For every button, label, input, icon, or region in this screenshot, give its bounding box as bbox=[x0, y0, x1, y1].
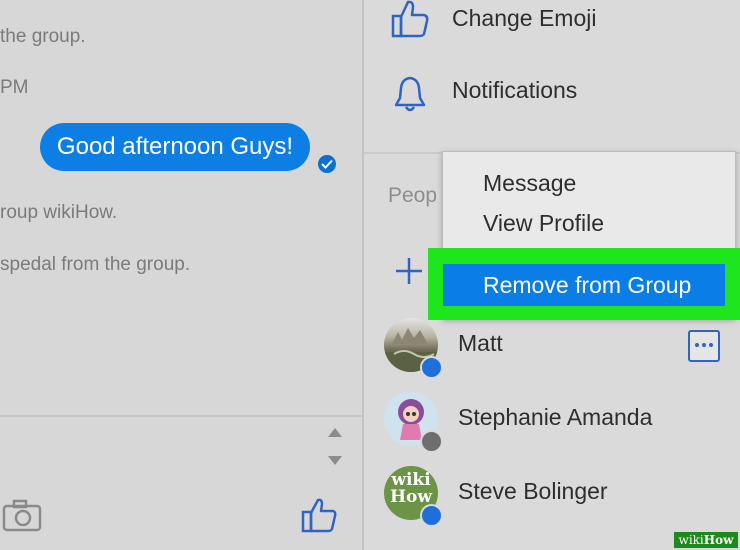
add-people-button[interactable] bbox=[394, 256, 424, 291]
like-button[interactable] bbox=[300, 496, 338, 539]
member-row-matt[interactable]: Matt bbox=[364, 318, 740, 384]
wikihow-watermark: wikiHow bbox=[674, 532, 738, 548]
messenger-icon bbox=[420, 356, 443, 379]
plus-icon bbox=[396, 258, 422, 284]
scroll-down-icon[interactable] bbox=[328, 456, 342, 465]
system-message: spedal from the group. bbox=[0, 254, 191, 275]
thumbs-up-icon bbox=[301, 498, 337, 533]
more-dot bbox=[695, 343, 699, 347]
more-dot bbox=[709, 343, 713, 347]
system-message: roup wikiHow. bbox=[0, 202, 118, 223]
thumbs-up-icon bbox=[390, 0, 430, 43]
seen-check-icon bbox=[318, 155, 336, 173]
bell-icon bbox=[390, 74, 430, 119]
more-dot bbox=[702, 343, 706, 347]
change-emoji-label: Change Emoji bbox=[452, 5, 597, 31]
system-message: the group. bbox=[0, 26, 86, 47]
chat-pane: the group. PM Good afternoon Guys! roup … bbox=[0, 0, 364, 550]
wikihow-logo: wiki How bbox=[389, 470, 433, 507]
timestamp: PM bbox=[0, 77, 29, 98]
member-row-stephanie[interactable]: Stephanie Amanda bbox=[364, 392, 740, 458]
member-name: Matt bbox=[458, 330, 503, 356]
remove-from-group-menu-item[interactable]: Remove from Group bbox=[443, 264, 725, 306]
composer-divider bbox=[0, 415, 362, 417]
messenger-icon bbox=[420, 504, 443, 527]
member-name: Steve Bolinger bbox=[458, 478, 608, 504]
view-profile-menu-item[interactable]: View Profile bbox=[483, 210, 604, 237]
change-emoji-option[interactable]: Change Emoji bbox=[364, 0, 740, 60]
camera-icon[interactable] bbox=[2, 498, 42, 537]
composer-scrollbar[interactable] bbox=[322, 420, 348, 478]
message-bubble[interactable]: Good afternoon Guys! bbox=[40, 123, 310, 171]
member-row-steve[interactable]: wiki How Steve Bolinger bbox=[364, 466, 740, 532]
facebook-icon bbox=[420, 430, 443, 453]
member-options-button[interactable] bbox=[688, 330, 720, 362]
notifications-option[interactable]: Notifications bbox=[364, 70, 740, 130]
notifications-label: Notifications bbox=[452, 77, 578, 103]
member-name: Stephanie Amanda bbox=[458, 404, 653, 430]
message-menu-item[interactable]: Message bbox=[483, 170, 576, 197]
people-header: Peop bbox=[388, 184, 438, 207]
scroll-up-icon[interactable] bbox=[328, 428, 342, 437]
